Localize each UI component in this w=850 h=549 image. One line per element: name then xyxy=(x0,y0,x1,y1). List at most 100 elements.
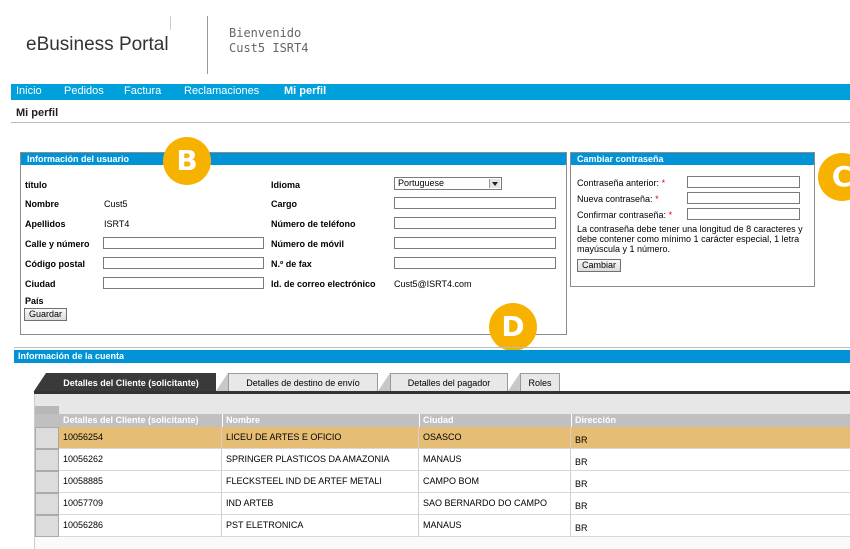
cell-nombre: LICEU DE ARTES E OFICIO xyxy=(222,427,419,449)
idioma-select[interactable]: Portuguese xyxy=(394,177,502,190)
welcome-text: Bienvenido xyxy=(229,26,302,40)
email-value: Cust5@ISRT4.com xyxy=(394,279,472,289)
new-password-label-text: Nueva contraseña: xyxy=(577,194,653,204)
new-password-input[interactable] xyxy=(687,192,800,204)
postal-input[interactable] xyxy=(103,257,264,269)
cell-ciudad: MANAUS xyxy=(419,515,571,537)
email-label: Id. de correo electrónico xyxy=(271,279,376,289)
nav-mi-perfil[interactable]: Mi perfil xyxy=(284,85,326,97)
col-direccion[interactable]: Dirección xyxy=(571,414,616,427)
row-select-cell[interactable] xyxy=(35,427,59,449)
table-row[interactable]: 10056254 LICEU DE ARTES E OFICIO OSASCO … xyxy=(35,427,850,449)
telefono-input[interactable] xyxy=(394,217,556,229)
header-select-cell xyxy=(35,414,59,427)
account-title: Información de la cuenta xyxy=(18,351,125,361)
cell-ciudad: MANAUS xyxy=(419,449,571,471)
cell-id: 10058885 xyxy=(59,471,222,493)
main-nav: Inicio Pedidos Factura Reclamaciones Mi … xyxy=(11,84,850,100)
fax-input[interactable] xyxy=(394,257,556,269)
table-toolbar xyxy=(35,394,850,414)
user-info-panel: Información del usuario título Nombre Cu… xyxy=(20,152,567,335)
idioma-value: Portuguese xyxy=(398,178,445,188)
save-button[interactable]: Guardar xyxy=(24,308,68,321)
user-info-header: Información del usuario xyxy=(21,153,566,165)
customer-table: Detalles del Cliente (solicitante) Nombr… xyxy=(34,394,850,549)
col-ciudad[interactable]: Ciudad xyxy=(419,414,454,427)
header-divider-small xyxy=(170,16,171,30)
password-panel: Cambiar contraseña Contraseña anterior: … xyxy=(570,152,815,287)
cell-direccion: BR xyxy=(575,435,588,445)
welcome-block: Bienvenido Cust5 ISRT4 xyxy=(229,26,308,56)
required-mark: * xyxy=(655,194,659,204)
new-password-label: Nueva contraseña: * xyxy=(577,194,659,204)
tab-roles[interactable]: Roles xyxy=(520,373,560,391)
titulo-label: título xyxy=(25,180,47,190)
account-divider xyxy=(14,347,850,348)
required-mark: * xyxy=(668,210,673,220)
cell-direccion: BR xyxy=(575,457,588,467)
table-header: Detalles del Cliente (solicitante) Nombr… xyxy=(59,414,850,427)
row-select-cell[interactable] xyxy=(35,515,59,537)
select-all-cell[interactable] xyxy=(35,406,59,414)
user-name: Cust5 ISRT4 xyxy=(229,41,309,55)
col-nombre[interactable]: Nombre xyxy=(222,414,260,427)
tab-notch xyxy=(216,373,228,391)
old-password-input[interactable] xyxy=(687,176,800,188)
idioma-label: Idioma xyxy=(271,180,301,190)
cell-direccion: BR xyxy=(575,479,588,489)
password-title: Cambiar contraseña xyxy=(577,154,664,164)
page-header: eBusiness Portal Bienvenido Cust5 ISRT4 xyxy=(0,0,850,82)
tab-customer-details[interactable]: Detalles del Cliente (solicitante) xyxy=(46,373,216,391)
row-select-cell[interactable] xyxy=(35,493,59,515)
tab-shipping-details[interactable]: Detalles de destino de envío xyxy=(228,373,378,391)
row-select-cell[interactable] xyxy=(35,471,59,493)
nav-inicio[interactable]: Inicio xyxy=(16,85,42,97)
apellidos-label: Apellidos xyxy=(25,219,66,229)
nombre-value: Cust5 xyxy=(104,199,128,209)
old-password-label: Contraseña anterior: * xyxy=(577,178,665,188)
cell-direccion: BR xyxy=(575,501,588,511)
tab-payer-details[interactable]: Detalles del pagador xyxy=(390,373,508,391)
cell-nombre: FLECKSTEEL IND DE ARTEF METALI xyxy=(222,471,419,493)
table-row[interactable]: 10057709 IND ARTEB SAO BERNARDO DO CAMPO… xyxy=(35,493,850,515)
cargo-input[interactable] xyxy=(394,197,556,209)
ciudad-label: Ciudad xyxy=(25,279,56,289)
chevron-down-icon xyxy=(489,179,500,188)
cell-direccion: BR xyxy=(575,523,588,533)
movil-input[interactable] xyxy=(394,237,556,249)
account-tabs: Detalles del Cliente (solicitante) Detal… xyxy=(34,373,850,392)
cell-ciudad: OSASCO xyxy=(419,427,571,449)
breadcrumb: Mi perfil xyxy=(16,107,59,119)
fax-label: N.º de fax xyxy=(271,259,312,269)
cargo-label: Cargo xyxy=(271,199,298,209)
table-row[interactable]: 10056286 PST ELETRONICA MANAUS BR xyxy=(35,515,850,537)
cell-id: 10056262 xyxy=(59,449,222,471)
ciudad-input[interactable] xyxy=(103,277,264,289)
cell-nombre: IND ARTEB xyxy=(222,493,419,515)
nav-reclamaciones[interactable]: Reclamaciones xyxy=(184,85,259,97)
change-password-button[interactable]: Cambiar xyxy=(577,259,622,272)
cell-id: 10057709 xyxy=(59,493,222,515)
calle-label: Calle y número xyxy=(25,239,90,249)
movil-label: Número de móvil xyxy=(271,239,345,249)
password-header: Cambiar contraseña xyxy=(571,153,814,165)
col-customer-details[interactable]: Detalles del Cliente (solicitante) xyxy=(59,414,199,427)
calle-input[interactable] xyxy=(103,237,264,249)
confirm-password-label: Confirmar contraseña: * xyxy=(577,210,672,220)
header-divider xyxy=(207,16,208,74)
confirm-password-input[interactable] xyxy=(687,208,800,220)
table-row[interactable]: 10058885 FLECKSTEEL IND DE ARTEF METALI … xyxy=(35,471,850,493)
confirm-password-label-text: Confirmar contraseña: xyxy=(577,210,667,220)
required-mark: * xyxy=(661,178,666,188)
user-info-title: Información del usuario xyxy=(27,154,130,164)
telefono-label: Número de teléfono xyxy=(271,219,356,229)
tab-notch xyxy=(378,373,390,391)
account-header: Información de la cuenta xyxy=(14,350,850,363)
nav-pedidos[interactable]: Pedidos xyxy=(64,85,104,97)
row-select-cell[interactable] xyxy=(35,449,59,471)
cell-ciudad: SAO BERNARDO DO CAMPO xyxy=(419,493,571,515)
tab-notch xyxy=(508,373,520,391)
table-row[interactable]: 10056262 SPRINGER PLASTICOS DA AMAZONIA … xyxy=(35,449,850,471)
nav-factura[interactable]: Factura xyxy=(124,85,161,97)
cell-id: 10056286 xyxy=(59,515,222,537)
